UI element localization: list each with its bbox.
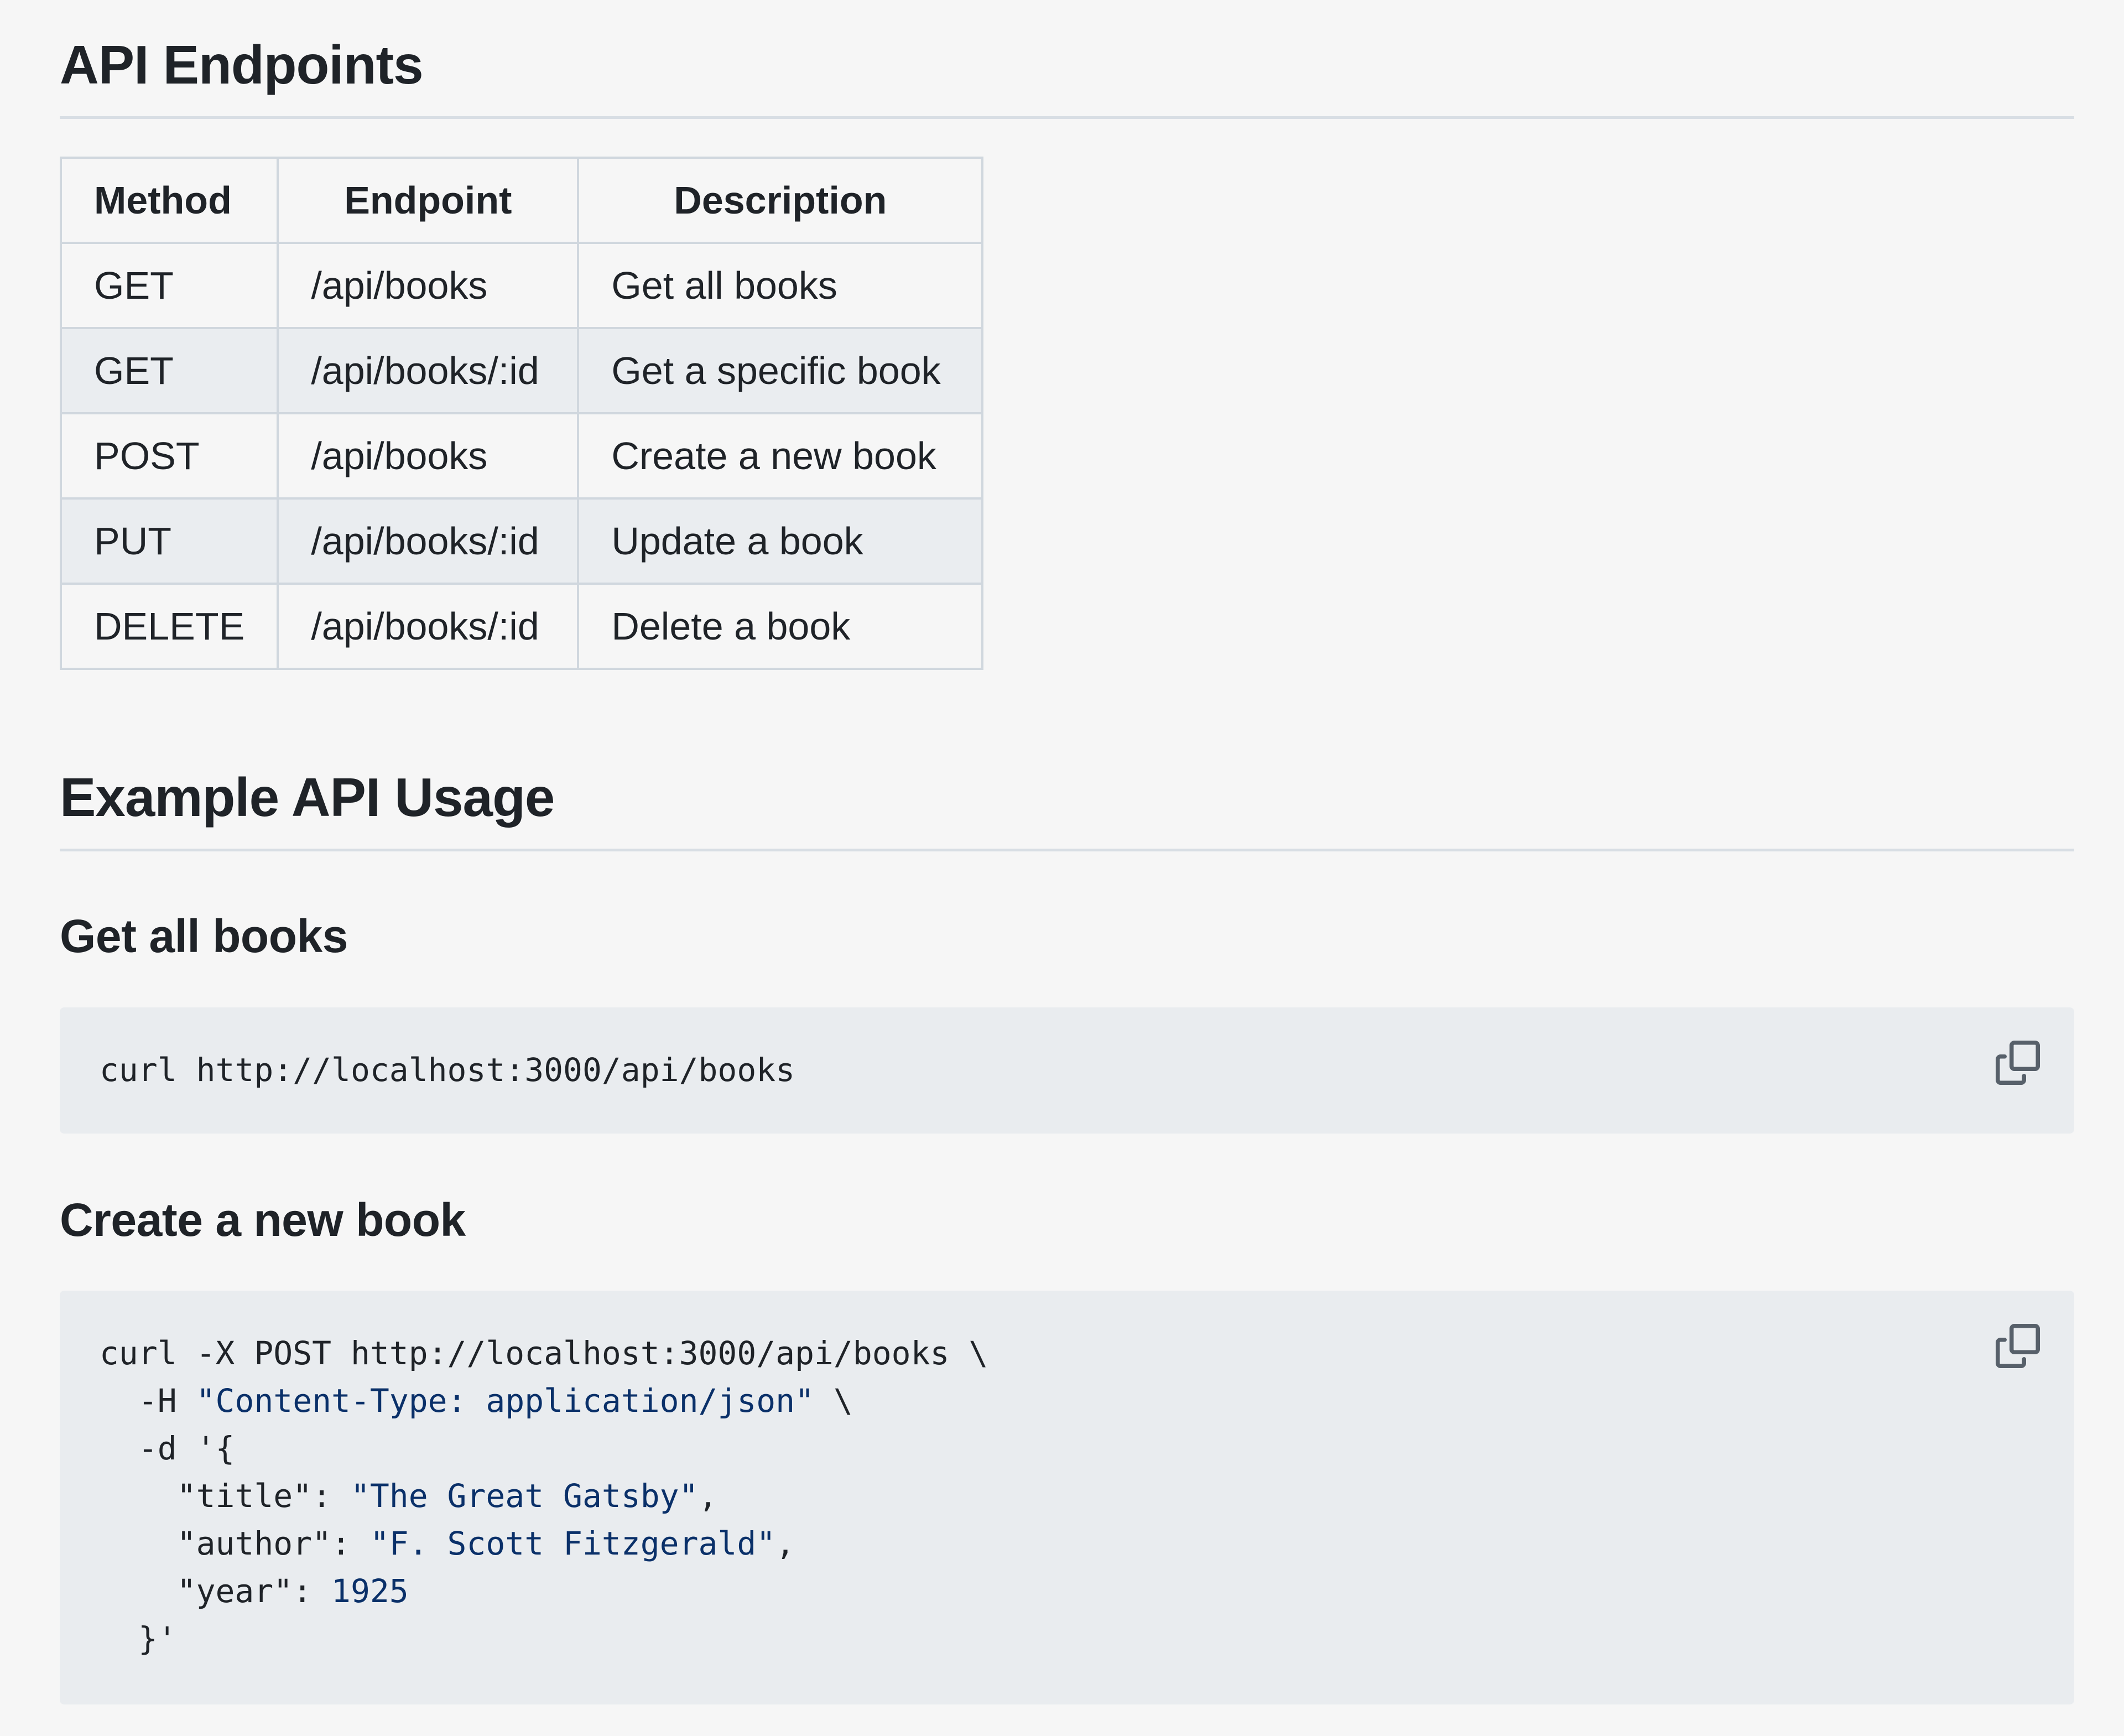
table-row: PUT /api/books/:id Update a book [59,497,984,585]
code-line-suffix: \ [814,1382,853,1420]
code-block-get-all: curl http://localhost:3000/api/books [60,1007,2074,1134]
code-line: -d '{ [100,1430,235,1467]
table-row: DELETE /api/books/:id Delete a book [59,583,984,670]
code-string: "The Great Gatsby" [350,1477,699,1515]
endpoint-cell: /api/books [277,412,580,500]
description-cell: Get a specific book [577,327,984,414]
create-new-book-heading: Create a new book [60,1194,466,1246]
description-cell: Create a new book [577,412,984,500]
api-endpoints-section-header: API Endpoints [60,32,2074,119]
table-row: GET /api/books Get all books [59,242,984,329]
api-endpoints-heading: API Endpoints [60,34,424,95]
endpoints-table: Method Endpoint Description GET /api/boo… [59,157,984,670]
endpoint-cell: /api/books/:id [277,583,580,670]
method-column-header: Method [59,157,279,244]
method-cell: PUT [59,497,279,585]
code-line: -H "Content-Type: application/json" \ [100,1382,853,1420]
code-line: "title": "The Great Gatsby", [100,1477,718,1515]
example-usage-heading: Example API Usage [60,767,555,828]
endpoint-column-header: Endpoint [277,157,580,244]
method-cell: GET [59,242,279,329]
description-cell: Get all books [577,242,984,329]
description-column-header: Description [577,157,984,244]
example-usage-section-header: Example API Usage [60,763,2074,851]
code-line: "author": "F. Scott Fitzgerald", [100,1525,795,1562]
method-cell: POST [59,412,279,500]
code-string: "Content-Type: application/json" [196,1382,815,1420]
table-row: POST /api/books Create a new book [59,412,984,500]
method-cell: GET [59,327,279,414]
code-line: curl -X POST http://localhost:3000/api/b… [100,1334,988,1372]
table-header-row: Method Endpoint Description [59,157,984,244]
method-cell: DELETE [59,583,279,670]
copy-icon [1996,1041,2040,1085]
code-text[interactable]: curl http://localhost:3000/api/books [100,1046,795,1094]
code-block-create: curl -X POST http://localhost:3000/api/b… [60,1291,2074,1704]
description-cell: Delete a book [577,583,984,670]
get-all-books-heading: Get all books [60,910,348,962]
description-cell: Update a book [577,497,984,585]
code-number: 1925 [331,1572,409,1610]
table-row: GET /api/books/:id Get a specific book [59,327,984,414]
code-line: "year": 1925 [100,1572,409,1610]
endpoint-cell: /api/books/:id [277,327,580,414]
copy-icon [1996,1324,2040,1368]
endpoint-cell: /api/books/:id [277,497,580,585]
code-line: }' [100,1620,177,1657]
code-text[interactable]: curl -X POST http://localhost:3000/api/b… [100,1329,988,1662]
endpoint-cell: /api/books [277,242,580,329]
code-string: "F. Scott Fitzgerald" [369,1525,776,1562]
copy-button[interactable] [1996,1324,2040,1368]
copy-button[interactable] [1996,1041,2040,1085]
code-line-prefix: -H [100,1382,196,1420]
